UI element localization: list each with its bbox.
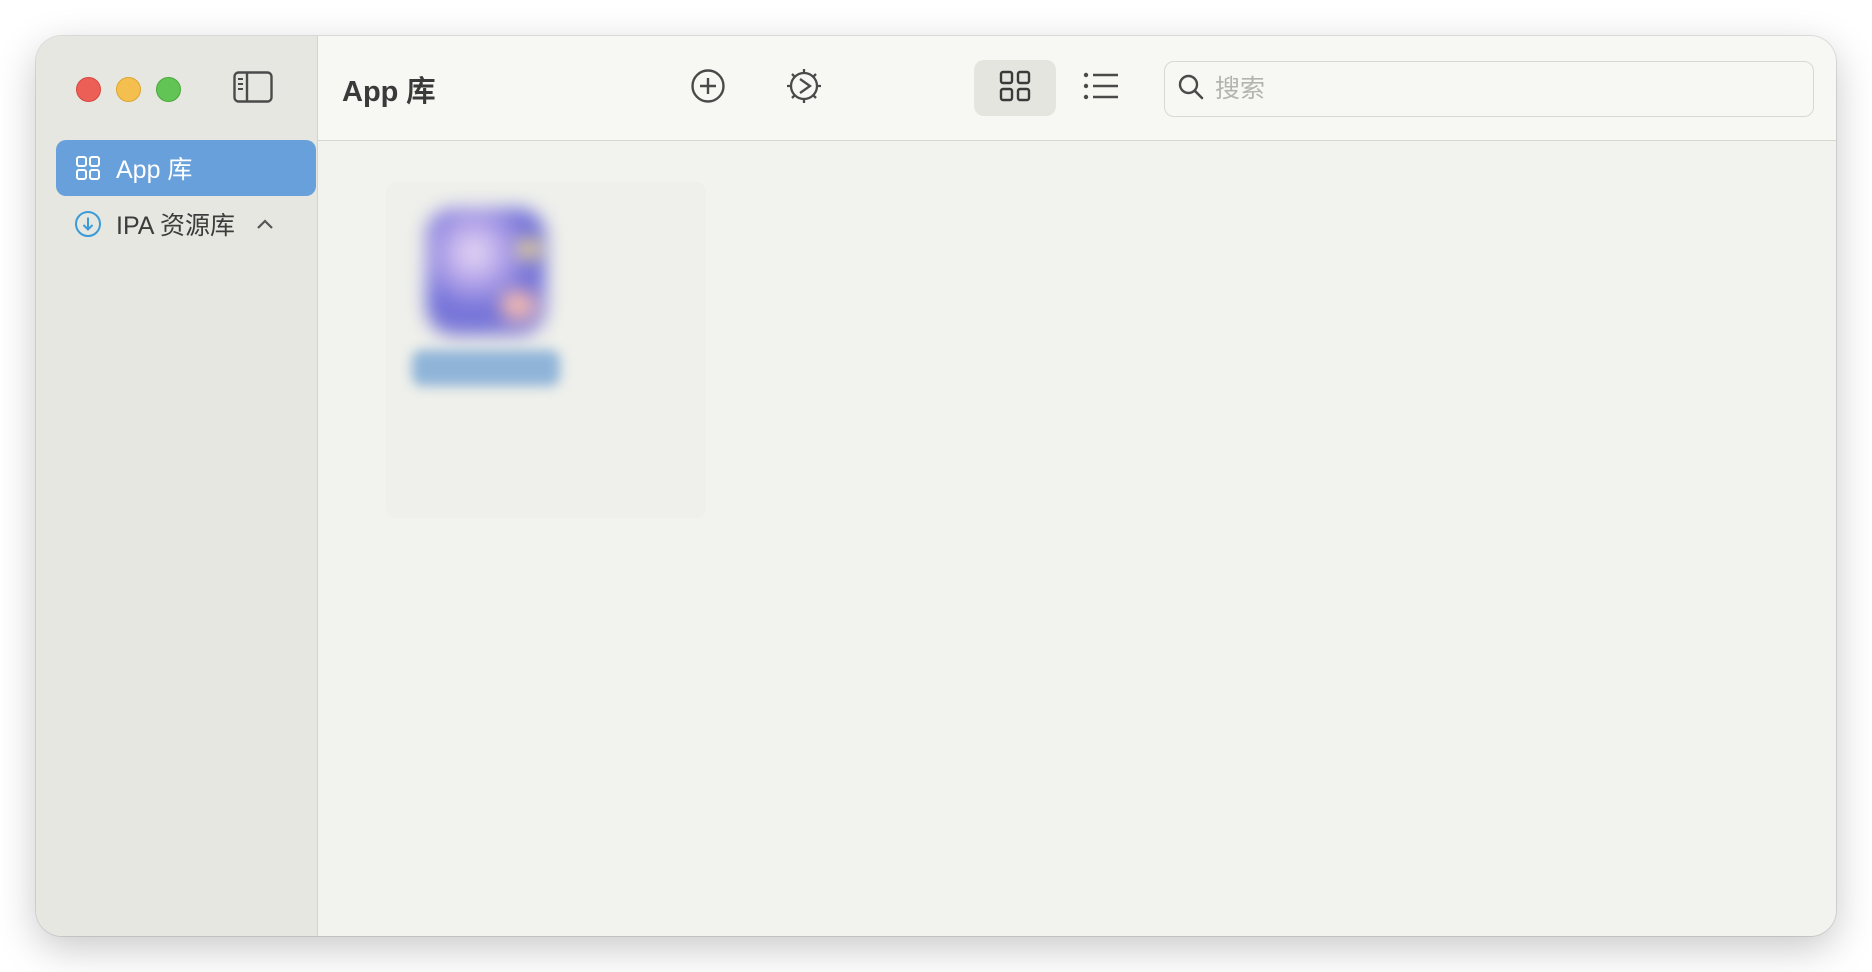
plus-circle-icon bbox=[690, 68, 726, 109]
gear-play-icon bbox=[785, 67, 823, 110]
list-icon bbox=[1083, 71, 1119, 106]
sidebar-item-label: IPA 资源库 bbox=[116, 212, 236, 240]
app-card[interactable] bbox=[386, 182, 706, 518]
search-field[interactable] bbox=[1164, 61, 1814, 117]
list-view-button[interactable] bbox=[1060, 60, 1142, 116]
sidebar: App 库 IPA 资源库 bbox=[36, 36, 318, 936]
grid-icon bbox=[999, 70, 1031, 107]
arrow-down-circle-icon bbox=[74, 210, 102, 238]
sidebar-item-app-library[interactable]: App 库 bbox=[56, 140, 316, 196]
chevron-up-icon[interactable] bbox=[255, 217, 275, 231]
app-name-label bbox=[412, 350, 560, 386]
maximize-button[interactable] bbox=[156, 77, 181, 102]
sidebar-item-label: App 库 bbox=[116, 156, 193, 184]
app-window: App 库 IPA 资源库 App 库 bbox=[36, 36, 1836, 936]
sidebar-toggle-button[interactable] bbox=[232, 70, 274, 108]
app-icon bbox=[426, 208, 546, 336]
grid-view-button[interactable] bbox=[974, 60, 1056, 116]
add-button[interactable] bbox=[667, 60, 749, 116]
grid-icon bbox=[74, 154, 102, 182]
search-input[interactable] bbox=[1215, 74, 1795, 104]
close-button[interactable] bbox=[76, 77, 101, 102]
sidebar-left-icon bbox=[233, 70, 273, 108]
app-grid bbox=[318, 142, 1836, 936]
sidebar-item-ipa-library[interactable]: IPA 资源库 bbox=[56, 196, 316, 252]
page-title: App 库 bbox=[342, 76, 436, 108]
settings-button[interactable] bbox=[763, 60, 845, 116]
minimize-button[interactable] bbox=[116, 77, 141, 102]
search-icon bbox=[1177, 73, 1205, 106]
